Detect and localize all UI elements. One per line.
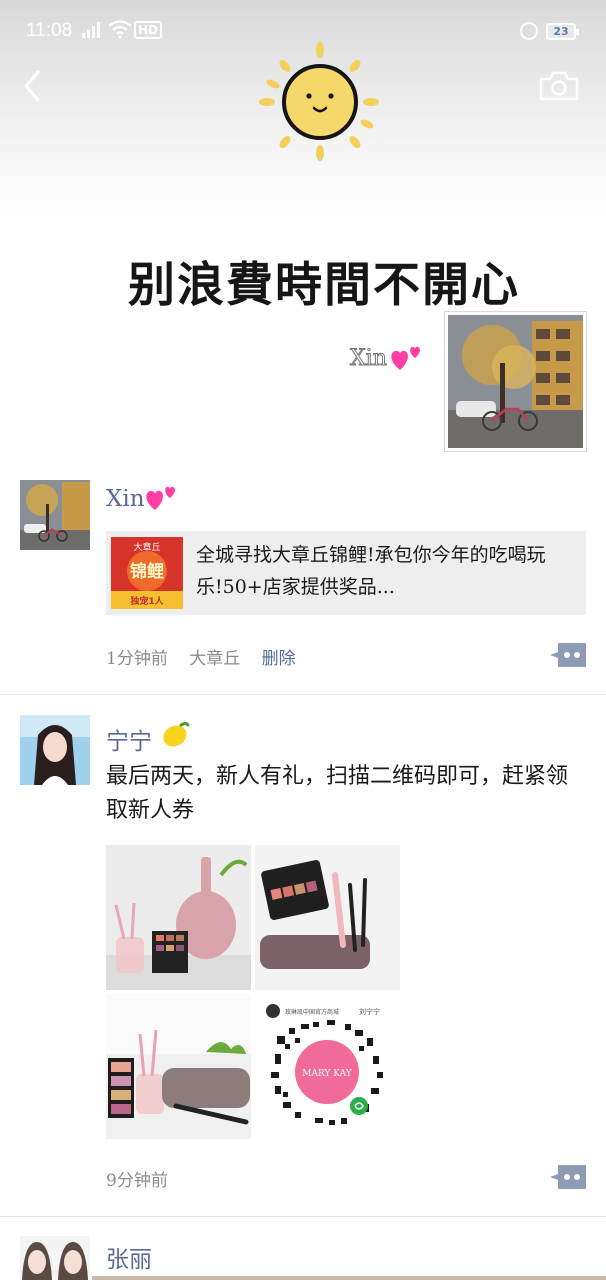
tree-bicycle-photo	[448, 315, 583, 448]
signal-icon	[82, 22, 102, 38]
link-badge-bottom: 独宠1人	[129, 595, 164, 607]
wifi-icon	[108, 20, 132, 39]
post-time: 1分钟前	[106, 649, 168, 669]
camera-icon[interactable]	[538, 70, 580, 102]
hd-badge: HD	[134, 21, 163, 39]
more-actions-button[interactable]	[550, 1165, 586, 1189]
avatar[interactable]	[20, 715, 90, 785]
post-photo[interactable]	[106, 994, 251, 1139]
post-photo-strip	[92, 1276, 606, 1280]
my-nickname[interactable]: Xin	[350, 346, 388, 372]
qr-brand: MARY KAY	[302, 1069, 353, 1079]
more-actions-button[interactable]	[550, 643, 586, 667]
qr-header-left: 玫琳凯中国官方商城	[285, 1008, 339, 1016]
divider	[0, 1216, 606, 1217]
author-name[interactable]: Xin	[106, 486, 145, 512]
link-title: 全城寻找大章丘锦鲤!承包你今年的吃喝玩乐!50+店家提供奖品...	[196, 544, 546, 598]
qr-header-right: 刘宁宁	[359, 1007, 380, 1016]
post-location[interactable]: 大章丘	[189, 649, 240, 669]
post-photo[interactable]	[106, 845, 251, 990]
post-time: 9分钟前	[106, 1171, 168, 1191]
my-avatar-large[interactable]	[444, 311, 587, 452]
lemon-icon	[163, 722, 190, 747]
post-photo[interactable]	[255, 845, 400, 990]
post-meta: 9分钟前	[106, 1166, 184, 1191]
hearts-icon	[146, 486, 175, 510]
author-name[interactable]: 宁宁	[106, 722, 152, 756]
post-meta: 1分钟前 大章丘 删除	[106, 644, 312, 669]
avatar[interactable]	[20, 480, 90, 550]
battery-icon: 23	[546, 23, 579, 40]
avatar[interactable]	[20, 1236, 90, 1280]
shared-link-card[interactable]: 大章丘 锦鲤 独宠1人 全城寻找大章丘锦鲤!承包你今年的吃喝玩乐!50+店家提供…	[106, 531, 586, 615]
moments-cover[interactable]: 11:08 HD 23 别浪費時間不開心 Xin	[0, 0, 606, 470]
rotation-lock-icon	[520, 22, 538, 40]
status-time: 11:08	[26, 20, 73, 41]
link-thumbnail: 大章丘 锦鲤 独宠1人	[111, 537, 183, 609]
divider	[0, 694, 606, 695]
link-badge-main: 锦鲤	[130, 561, 164, 582]
chevron-left-icon[interactable]	[18, 66, 48, 106]
hearts-icon	[391, 346, 420, 370]
author-name[interactable]: 张丽	[106, 1240, 152, 1274]
delete-button[interactable]: 删除	[262, 649, 296, 669]
link-badge-top: 大章丘	[133, 541, 160, 553]
sun-illustration	[259, 42, 379, 161]
qr-code-image[interactable]: 玫琳凯中国官方商城 刘宁宁 MARY KAY	[255, 994, 400, 1139]
cover-slogan: 别浪費時間不開心	[128, 258, 520, 313]
post-text: 最后两天，新人有礼，扫描二维码即可，赶紧领取新人券	[106, 764, 569, 823]
